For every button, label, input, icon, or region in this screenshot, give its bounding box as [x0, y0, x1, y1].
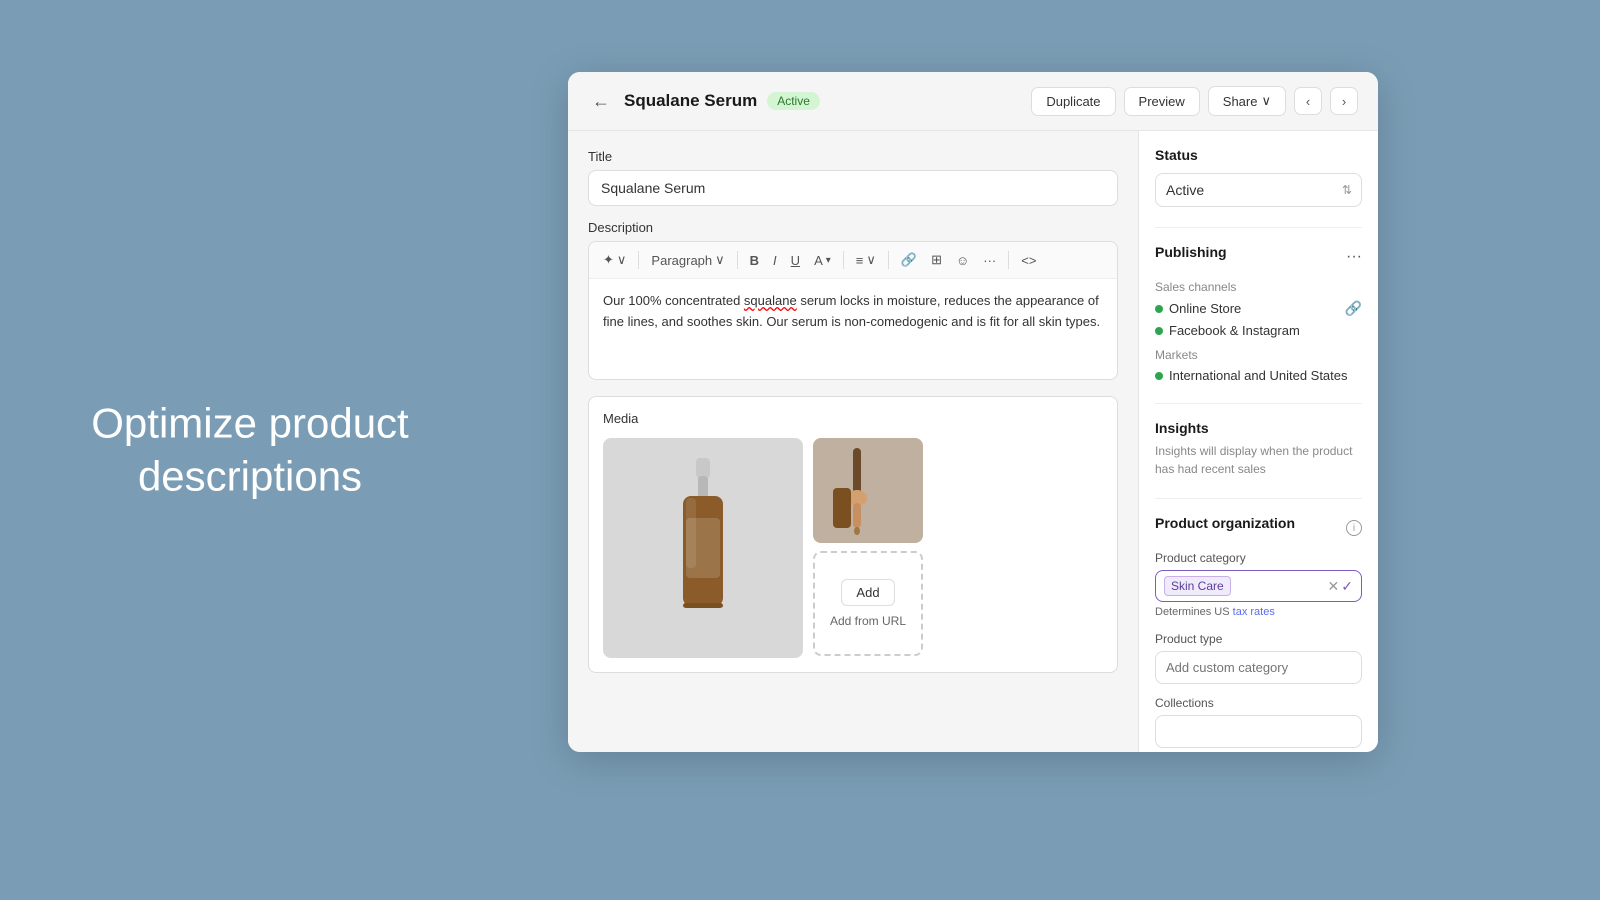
product-type-label: Product type	[1155, 632, 1362, 646]
right-sidebar: Status Active Draft Archived Publishing	[1138, 131, 1378, 752]
top-bar-right: Duplicate Preview Share ∨ ‹ ›	[1031, 86, 1358, 116]
editor-toolbar: ✦ ∨ Paragraph ∨ B I U A	[589, 242, 1117, 279]
product-type-input[interactable]	[1155, 651, 1362, 684]
tax-rates-link[interactable]: tax rates	[1233, 606, 1275, 618]
product-org-title: Product organization	[1155, 515, 1295, 531]
divider-1	[1155, 227, 1362, 228]
toolbar-divider-5	[1008, 251, 1009, 269]
online-store-item: Online Store 🔗	[1155, 300, 1362, 317]
status-select-wrapper: Active Draft Archived	[1155, 173, 1362, 207]
product-category-label: Product category	[1155, 551, 1362, 565]
collections-label: Collections	[1155, 696, 1362, 710]
product-org-header: Product organization i	[1155, 515, 1362, 541]
publishing-section: Publishing ··· Sales channels Online Sto…	[1155, 244, 1362, 383]
markets-label: Markets	[1155, 348, 1362, 362]
page-title: Squalane Serum	[624, 91, 757, 111]
add-from-url-link[interactable]: Add from URL	[830, 614, 906, 628]
media-section: Media	[588, 396, 1118, 673]
markets-dot	[1155, 372, 1163, 380]
top-bar: ← Squalane Serum Active Duplicate Previe…	[568, 72, 1378, 131]
code-button[interactable]: <>	[1015, 249, 1042, 272]
top-bar-left: ← Squalane Serum Active	[588, 91, 820, 112]
category-clear-button[interactable]: ✕	[1328, 578, 1340, 595]
collections-input[interactable]	[1155, 715, 1362, 748]
insights-title: Insights	[1155, 420, 1362, 436]
divider-3	[1155, 498, 1362, 499]
online-store-dot	[1155, 305, 1163, 313]
info-icon[interactable]: i	[1346, 520, 1362, 536]
chain-icon[interactable]: 🔗	[1345, 300, 1362, 317]
markets-left: International and United States	[1155, 368, 1348, 383]
underline-button[interactable]: U	[785, 249, 806, 272]
share-button[interactable]: Share ∨	[1208, 86, 1286, 116]
nav-next-button[interactable]: ›	[1330, 87, 1358, 115]
toolbar-divider-3	[843, 251, 844, 269]
status-badge: Active	[767, 92, 820, 110]
background-text: Optimize product descriptions	[80, 398, 420, 503]
text-color-button[interactable]: A ▾	[808, 249, 837, 272]
media-thumb-2[interactable]	[813, 438, 923, 543]
body-area: Title Description ✦ ∨ Paragraph ∨	[568, 131, 1378, 752]
publishing-title: Publishing	[1155, 244, 1227, 260]
tax-text: Determines US tax rates	[1155, 606, 1362, 618]
status-select[interactable]: Active Draft Archived	[1155, 173, 1362, 207]
sales-channels-label: Sales channels	[1155, 280, 1362, 294]
editor-content[interactable]: Our 100% concentrated squalane serum loc…	[589, 279, 1117, 379]
publishing-header: Publishing ···	[1155, 244, 1362, 270]
bold-button[interactable]: B	[744, 249, 765, 272]
facebook-instagram-name: Facebook & Instagram	[1169, 323, 1300, 338]
facebook-instagram-item: Facebook & Instagram	[1155, 323, 1362, 338]
description-editor: ✦ ∨ Paragraph ∨ B I U A	[588, 241, 1118, 380]
insights-text: Insights will display when the product h…	[1155, 442, 1362, 478]
bottle-art	[603, 438, 803, 658]
product-org-section: Product organization i Product category …	[1155, 515, 1362, 752]
markets-name: International and United States	[1169, 368, 1348, 383]
align-button[interactable]: ≡ ∨	[850, 248, 882, 272]
toolbar-divider-1	[638, 251, 639, 269]
media-label: Media	[603, 411, 1103, 426]
media-grid: Add Add from URL	[603, 438, 1103, 658]
online-store-name: Online Store	[1169, 301, 1241, 316]
dropper-art	[813, 438, 923, 543]
link-button[interactable]: 🔗	[895, 248, 923, 272]
publishing-menu-button[interactable]: ···	[1346, 248, 1362, 266]
status-title: Status	[1155, 147, 1362, 163]
main-product-image[interactable]	[603, 438, 803, 658]
media-add-area[interactable]: Add Add from URL	[813, 551, 923, 656]
facebook-dot	[1155, 327, 1163, 335]
divider-2	[1155, 403, 1362, 404]
markets-item: International and United States	[1155, 368, 1362, 383]
status-section: Status Active Draft Archived	[1155, 147, 1362, 207]
bottle-svg	[668, 458, 738, 638]
content-area: Title Description ✦ ∨ Paragraph ∨	[568, 131, 1138, 752]
back-button[interactable]: ←	[588, 91, 614, 112]
category-check-button[interactable]: ✓	[1341, 578, 1353, 595]
magic-tool-button[interactable]: ✦ ∨	[597, 248, 632, 272]
preview-button[interactable]: Preview	[1124, 87, 1200, 116]
paragraph-button[interactable]: Paragraph ∨	[645, 248, 730, 272]
facebook-instagram-left: Facebook & Instagram	[1155, 323, 1300, 338]
more-button[interactable]: ···	[977, 249, 1002, 272]
title-input[interactable]	[588, 170, 1118, 206]
italic-button[interactable]: I	[767, 249, 783, 272]
description-label: Description	[588, 220, 1118, 235]
squiggle-word: squalane	[744, 293, 797, 308]
page-wrapper: Optimize product descriptions ← Squalane…	[0, 0, 1600, 900]
media-secondary: Add Add from URL	[813, 438, 923, 656]
insights-section: Insights Insights will display when the …	[1155, 420, 1362, 478]
category-tag: Skin Care	[1164, 576, 1231, 596]
nav-prev-button[interactable]: ‹	[1294, 87, 1322, 115]
category-input-wrapper[interactable]: Skin Care ✕ ✓	[1155, 570, 1362, 602]
online-store-left: Online Store	[1155, 301, 1241, 316]
add-media-button[interactable]: Add	[841, 579, 894, 606]
main-panel: ← Squalane Serum Active Duplicate Previe…	[568, 72, 1378, 752]
toolbar-divider-2	[737, 251, 738, 269]
emoji-button[interactable]: ☺	[950, 249, 975, 272]
duplicate-button[interactable]: Duplicate	[1031, 87, 1115, 116]
title-label: Title	[588, 149, 1118, 164]
table-button[interactable]: ⊞	[925, 248, 948, 272]
toolbar-divider-4	[888, 251, 889, 269]
